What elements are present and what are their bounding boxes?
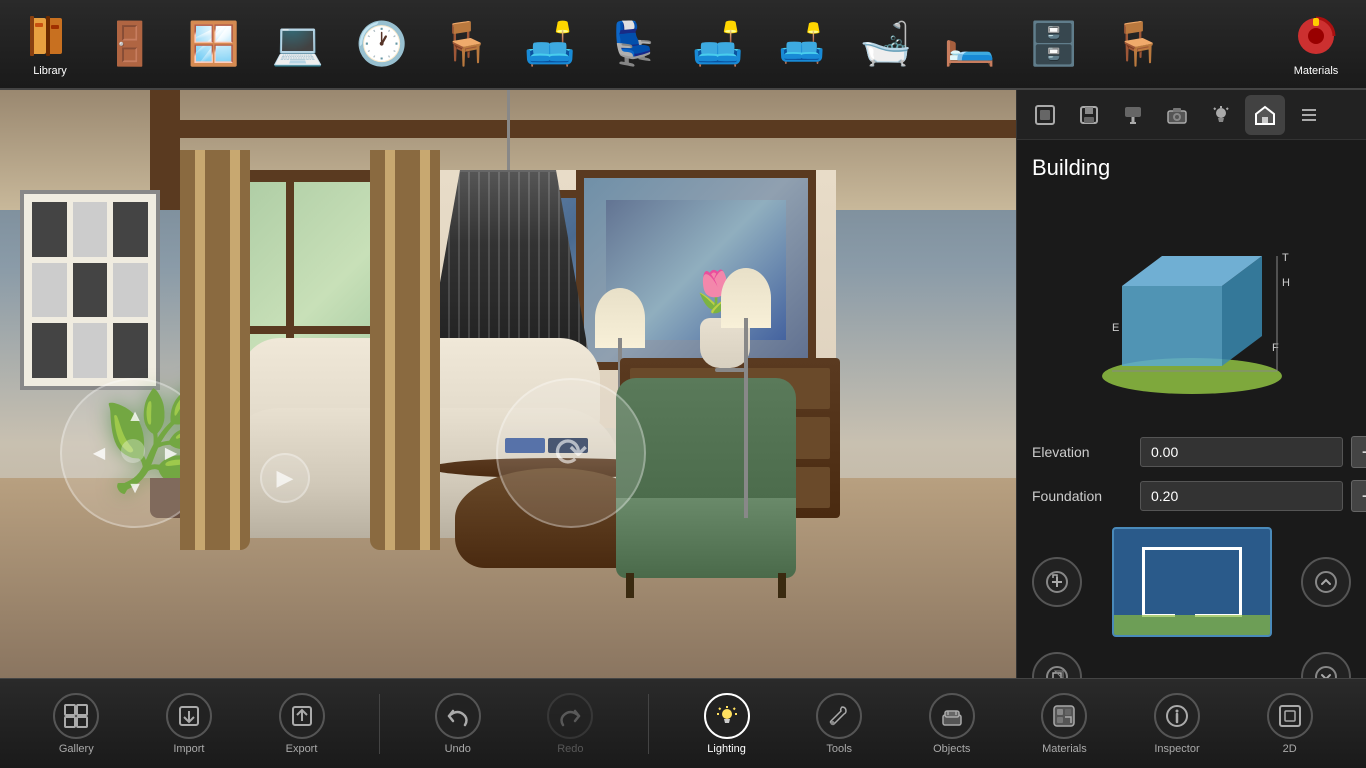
- divider-1: [379, 694, 380, 754]
- tools-label: Tools: [826, 743, 852, 755]
- bottom-inspector[interactable]: Inspector: [1142, 693, 1212, 755]
- objects-label: Objects: [933, 743, 970, 755]
- library-label: Library: [33, 65, 67, 77]
- elevation-minus-button[interactable]: −: [1351, 436, 1366, 468]
- top-toolbar: Library 🚪 🪟 💻 🕐 🪑 🛋️ 💺: [0, 0, 1366, 90]
- tool-building[interactable]: [1245, 95, 1285, 135]
- foundation-minus-button[interactable]: −: [1351, 480, 1366, 512]
- gallery-icon: [53, 693, 99, 739]
- bottom-import[interactable]: Import: [154, 693, 224, 755]
- import-label: Import: [173, 743, 204, 755]
- bottom-2d[interactable]: 2D: [1255, 693, 1325, 755]
- furniture-yellow-armchair[interactable]: 🛋️: [510, 4, 590, 84]
- building-title: Building: [1032, 155, 1351, 181]
- gallery-label: Gallery: [59, 743, 94, 755]
- pan-control[interactable]: ▶: [260, 453, 310, 503]
- delete-story-button[interactable]: [1301, 652, 1351, 678]
- panel-toolbar: [1017, 90, 1366, 140]
- floor-plan-preview: [1082, 527, 1301, 637]
- redo-label: Redo: [557, 743, 583, 755]
- lighting-label: Lighting: [707, 743, 746, 755]
- bottom-undo[interactable]: Undo: [423, 693, 493, 755]
- svg-text:H: H: [1282, 277, 1290, 289]
- furniture-window[interactable]: 🪟: [174, 4, 254, 84]
- panel-content: Building T H E F: [1017, 140, 1366, 678]
- nav-joystick-right[interactable]: ⟳: [496, 378, 646, 528]
- furniture-red-chair[interactable]: 🪑: [426, 4, 506, 84]
- elevation-input[interactable]: [1140, 437, 1343, 467]
- bottom-gallery[interactable]: Gallery: [41, 693, 111, 755]
- furniture-bed[interactable]: 🛏️: [930, 4, 1010, 84]
- furniture-clock[interactable]: 🕐: [342, 4, 422, 84]
- elevation-label: Elevation: [1032, 444, 1132, 460]
- pendant-lamp: [428, 90, 588, 350]
- materials-bottom-icon: [1041, 693, 1087, 739]
- furniture-pink-sofa[interactable]: 🛋️: [678, 4, 758, 84]
- bottom-export[interactable]: Export: [267, 693, 337, 755]
- furniture-cabinet[interactable]: 🗄️: [1014, 4, 1094, 84]
- library-icon: [25, 11, 75, 61]
- furniture-pink-chair[interactable]: 💺: [594, 4, 674, 84]
- right-panel: Building T H E F: [1016, 90, 1366, 678]
- bottom-lighting[interactable]: Lighting: [692, 693, 762, 755]
- floor-plan-image: [1112, 527, 1272, 637]
- svg-text:T: T: [1282, 252, 1289, 264]
- story-buttons-row: [1032, 652, 1351, 678]
- furniture-metal-chair[interactable]: 🪑: [1098, 4, 1178, 84]
- export-icon: [279, 693, 325, 739]
- tool-camera[interactable]: [1157, 95, 1197, 135]
- bottom-toolbar: Gallery Import Export Undo Redo Light: [0, 678, 1366, 768]
- foundation-label: Foundation: [1032, 488, 1132, 504]
- furniture-door[interactable]: 🚪: [90, 4, 170, 84]
- materials-bottom-label: Materials: [1042, 743, 1087, 755]
- lighting-icon: [704, 693, 750, 739]
- tool-light[interactable]: [1201, 95, 1241, 135]
- library-button[interactable]: Library: [10, 4, 90, 84]
- story-settings-button[interactable]: [1301, 557, 1351, 607]
- curtain-right: [370, 150, 440, 550]
- undo-label: Undo: [445, 743, 471, 755]
- foundation-input[interactable]: [1140, 481, 1343, 511]
- export-label: Export: [286, 743, 318, 755]
- tool-list[interactable]: [1289, 95, 1329, 135]
- room-scene: 🌿: [0, 90, 1016, 678]
- inspector-label: Inspector: [1154, 743, 1199, 755]
- add-story-above-button[interactable]: [1032, 557, 1082, 607]
- bottom-materials[interactable]: Materials: [1029, 693, 1099, 755]
- building-diagram: T H E F: [1032, 196, 1351, 416]
- svg-text:F: F: [1272, 342, 1279, 354]
- objects-icon: [929, 693, 975, 739]
- materials-label: Materials: [1294, 65, 1339, 77]
- foundation-row: Foundation − +: [1032, 480, 1351, 512]
- materials-button[interactable]: Materials: [1276, 4, 1356, 84]
- svg-text:E: E: [1112, 322, 1119, 334]
- view-3d-button[interactable]: [1032, 652, 1082, 678]
- bottom-redo[interactable]: Redo: [535, 693, 605, 755]
- 2d-icon: [1267, 693, 1313, 739]
- bottom-tools[interactable]: Tools: [804, 693, 874, 755]
- undo-icon: [435, 693, 481, 739]
- inspector-icon: [1154, 693, 1200, 739]
- viewport: 🌿: [0, 90, 1016, 678]
- floor-lamp-right: [716, 268, 776, 518]
- redo-icon: [547, 693, 593, 739]
- tools-icon: [816, 693, 862, 739]
- furniture-row: 🚪 🪟 💻 🕐 🪑 🛋️ 💺 🛋️ 🛋️: [90, 4, 1276, 84]
- divider-2: [648, 694, 649, 754]
- 2d-label: 2D: [1283, 743, 1297, 755]
- curtain-left: [180, 150, 250, 550]
- furniture-laptop[interactable]: 💻: [258, 4, 338, 84]
- tool-save[interactable]: [1069, 95, 1109, 135]
- furniture-bathtub[interactable]: 🛁: [846, 4, 926, 84]
- action-buttons-row: [1032, 527, 1351, 637]
- tool-select[interactable]: [1025, 95, 1065, 135]
- elevation-row: Elevation − +: [1032, 436, 1351, 468]
- furniture-yellow-sofa[interactable]: 🛋️: [762, 4, 842, 84]
- bottom-objects[interactable]: Objects: [917, 693, 987, 755]
- materials-icon: [1291, 11, 1341, 61]
- import-icon: [166, 693, 212, 739]
- tool-paint[interactable]: [1113, 95, 1153, 135]
